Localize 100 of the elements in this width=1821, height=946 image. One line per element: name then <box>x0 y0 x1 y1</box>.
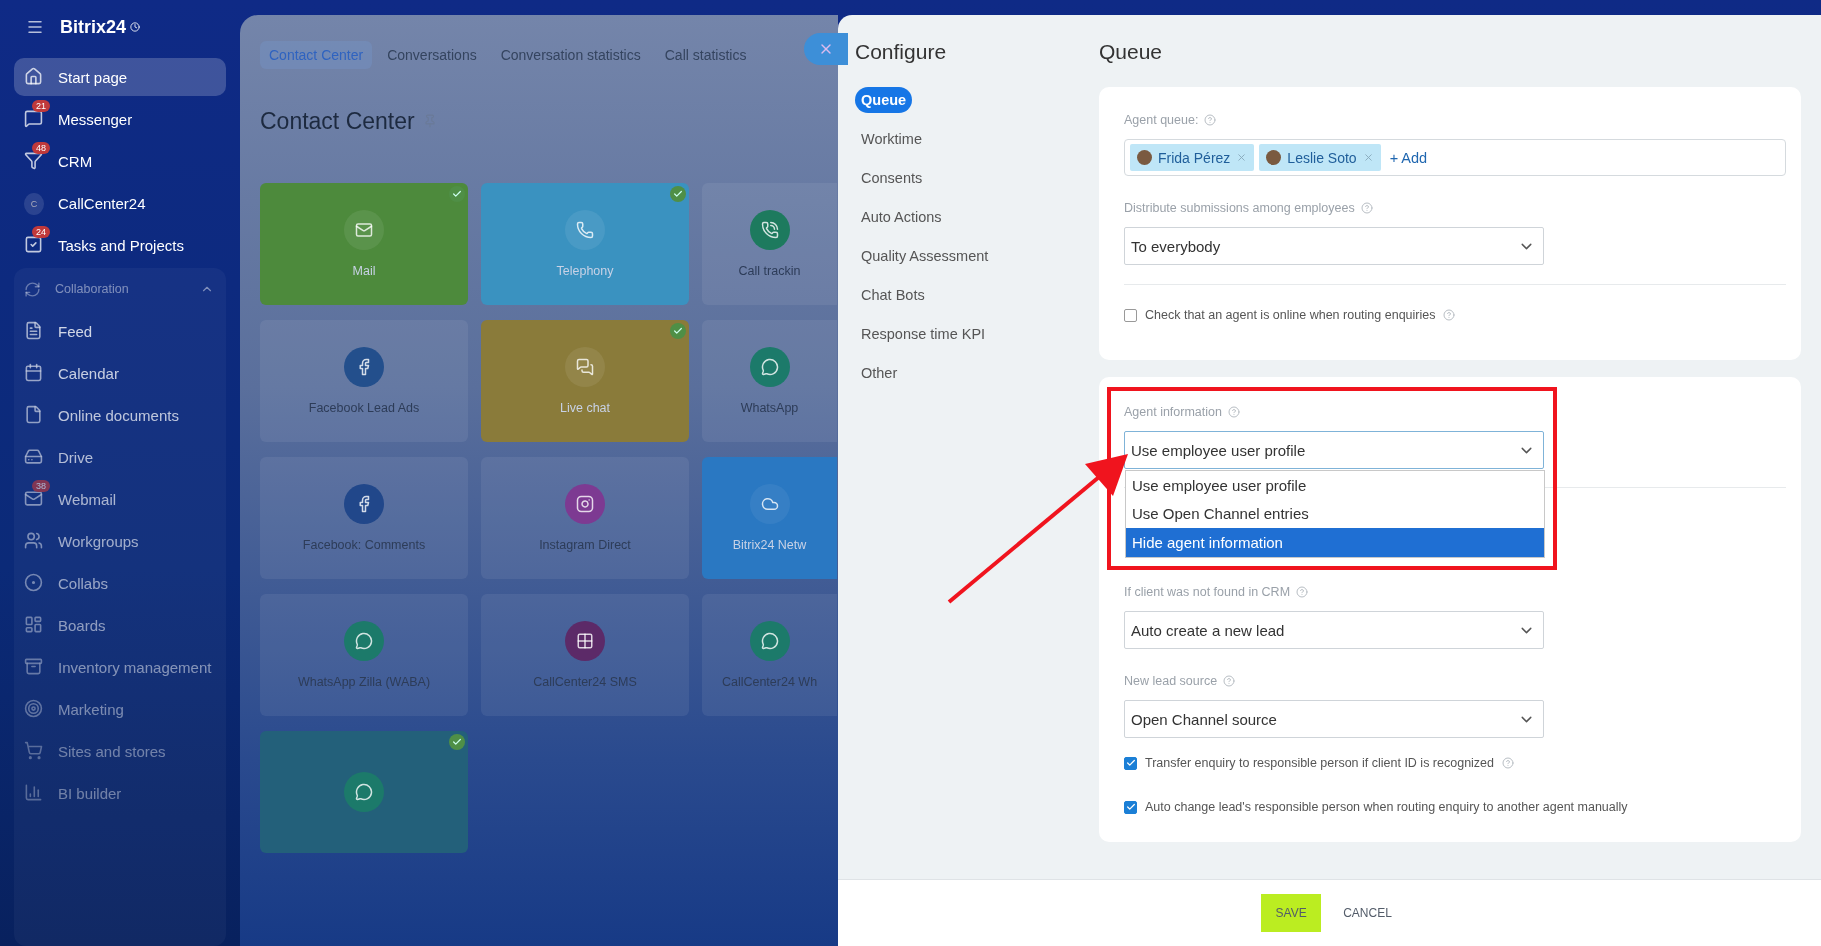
nav-item[interactable]: Auto Actions <box>855 204 948 230</box>
select-field[interactable]: Open Channel source <box>1124 700 1544 738</box>
checkbox[interactable] <box>1124 756 1137 770</box>
channel-tile[interactable]: Mail <box>260 183 468 305</box>
agent-field[interactable]: Frida Pérez Leslie Soto + Add <box>1124 139 1786 176</box>
groups-icon <box>24 531 43 550</box>
checkbox-label: Auto change lead's responsible person when routing enquiry to another agent manually <box>1145 800 1628 814</box>
crm-icon <box>24 151 43 170</box>
add-link[interactable]: + Add <box>1389 149 1428 166</box>
help-icon[interactable] <box>1296 586 1309 598</box>
remove-icon[interactable] <box>1236 152 1248 163</box>
nav-item[interactable]: Quality Assessment <box>855 243 995 269</box>
marketing-icon <box>24 699 43 718</box>
agent-tag[interactable]: Leslie Soto <box>1259 144 1381 171</box>
sidebar-item[interactable]: C CallCenter24 <box>14 184 226 222</box>
clock-icon <box>130 22 141 32</box>
avatar-icon: C <box>24 193 44 215</box>
whatsapp-icon <box>749 621 790 661</box>
counter-badge: 21 <box>32 100 50 112</box>
tasks-icon <box>24 235 43 254</box>
help-icon[interactable] <box>1204 114 1217 126</box>
checkbox-label: Check that an agent is online when routing enquiries <box>1145 308 1436 322</box>
nav-item[interactable]: Consents <box>855 165 929 191</box>
agent-tag[interactable]: Frida Pérez <box>1130 144 1255 171</box>
field-label: Agent information <box>1124 405 1222 419</box>
sidebar-item[interactable]: Sites and stores <box>14 732 226 770</box>
field-label: Agent queue: <box>1124 113 1199 127</box>
sidebar-item[interactable]: Calendar <box>14 354 226 392</box>
help-icon[interactable] <box>1223 675 1236 687</box>
sync-icon <box>24 280 41 298</box>
feed-icon <box>24 321 43 340</box>
nav-item[interactable]: Response time KPI <box>855 321 992 347</box>
mail-icon <box>24 489 43 508</box>
sidebar-item[interactable]: 38 Webmail <box>14 480 226 518</box>
help-icon[interactable] <box>1443 309 1456 321</box>
nav-item[interactable]: Chat Bots <box>855 282 931 308</box>
sidebar-item[interactable]: Start page <box>14 58 226 96</box>
nav-item[interactable]: Queue <box>855 87 913 113</box>
fbleads-icon <box>344 347 384 387</box>
checkbox-label: Transfer enquiry to responsible person if client ID is recognized <box>1145 756 1494 770</box>
counter-badge: 38 <box>32 480 50 492</box>
boards-icon <box>24 615 43 634</box>
whatsapp-icon <box>344 772 384 812</box>
cloud-icon <box>749 484 790 524</box>
sites-icon <box>24 741 43 760</box>
channel-tile[interactable]: Bitrix24 Netw <box>702 457 837 579</box>
select-field[interactable]: To everybody <box>1124 227 1544 265</box>
help-icon[interactable] <box>1228 406 1240 418</box>
help-icon[interactable] <box>1502 757 1514 769</box>
fbcomments-icon <box>344 484 384 524</box>
home-icon <box>24 67 43 86</box>
nav-item[interactable]: Other <box>855 360 904 386</box>
sms-icon <box>565 621 605 661</box>
sidebar-item[interactable]: 48 CRM <box>14 142 226 180</box>
logo[interactable]: Bitrix24 <box>60 16 141 38</box>
channel-tile[interactable] <box>260 731 468 853</box>
whatsapp-icon <box>749 347 790 387</box>
sidebar-item[interactable]: Collabs <box>14 564 226 602</box>
sidebar-item[interactable]: 24 Tasks and Projects <box>14 226 226 264</box>
field-label: If client was not found in CRM <box>1124 585 1291 599</box>
sidebar-item[interactable]: Drive <box>14 438 226 476</box>
collabs-icon <box>24 573 43 592</box>
calendar-icon <box>24 363 43 382</box>
panel-title: Configure <box>855 39 947 65</box>
sidebar-item[interactable]: Workgroups <box>14 522 226 560</box>
messenger-icon <box>24 109 43 128</box>
menu-icon[interactable] <box>26 18 44 36</box>
cancel-button[interactable]: CANCEL <box>1337 905 1398 921</box>
sidebar-item[interactable]: BI builder <box>14 774 226 812</box>
inventory-icon <box>24 657 43 676</box>
sidebar-item[interactable]: Feed <box>14 312 226 350</box>
checkbox[interactable] <box>1124 308 1137 322</box>
select-field[interactable]: Auto create a new lead <box>1124 611 1544 649</box>
checkbox[interactable] <box>1124 800 1137 814</box>
avatar-icon <box>1137 150 1152 165</box>
remove-icon[interactable] <box>1362 152 1374 163</box>
whatsapp-icon <box>344 621 384 661</box>
section-title: Queue <box>1099 39 1164 65</box>
field-label: Distribute submissions among employees <box>1124 201 1355 215</box>
sidebar-item[interactable]: Inventory management <box>14 648 226 686</box>
page-title: Contact Center <box>260 107 415 135</box>
counter-badge: 24 <box>32 226 50 238</box>
dropdown-option[interactable]: Hide agent information <box>1126 528 1544 557</box>
channel-tile[interactable]: Call trackin <box>702 183 837 305</box>
close-button[interactable] <box>804 33 848 65</box>
tracking-icon <box>749 210 790 250</box>
channel-tile[interactable]: Live chat <box>481 320 689 442</box>
instagram-icon <box>565 484 605 524</box>
group-title[interactable]: Collaboration <box>55 282 186 296</box>
sidebar-item[interactable]: Online documents <box>14 396 226 434</box>
chat-icon <box>565 347 605 387</box>
avatar-icon <box>1266 150 1282 165</box>
counter-badge: 48 <box>32 142 50 154</box>
sidebar-item[interactable]: 21 Messenger <box>14 100 226 138</box>
phone-icon <box>565 210 605 250</box>
save-button[interactable]: SAVE <box>1261 894 1322 932</box>
nav-item[interactable]: Worktime <box>855 126 928 152</box>
sidebar-item[interactable]: Boards <box>14 606 226 644</box>
help-icon[interactable] <box>1360 202 1373 214</box>
sidebar-item[interactable]: Marketing <box>14 690 226 728</box>
